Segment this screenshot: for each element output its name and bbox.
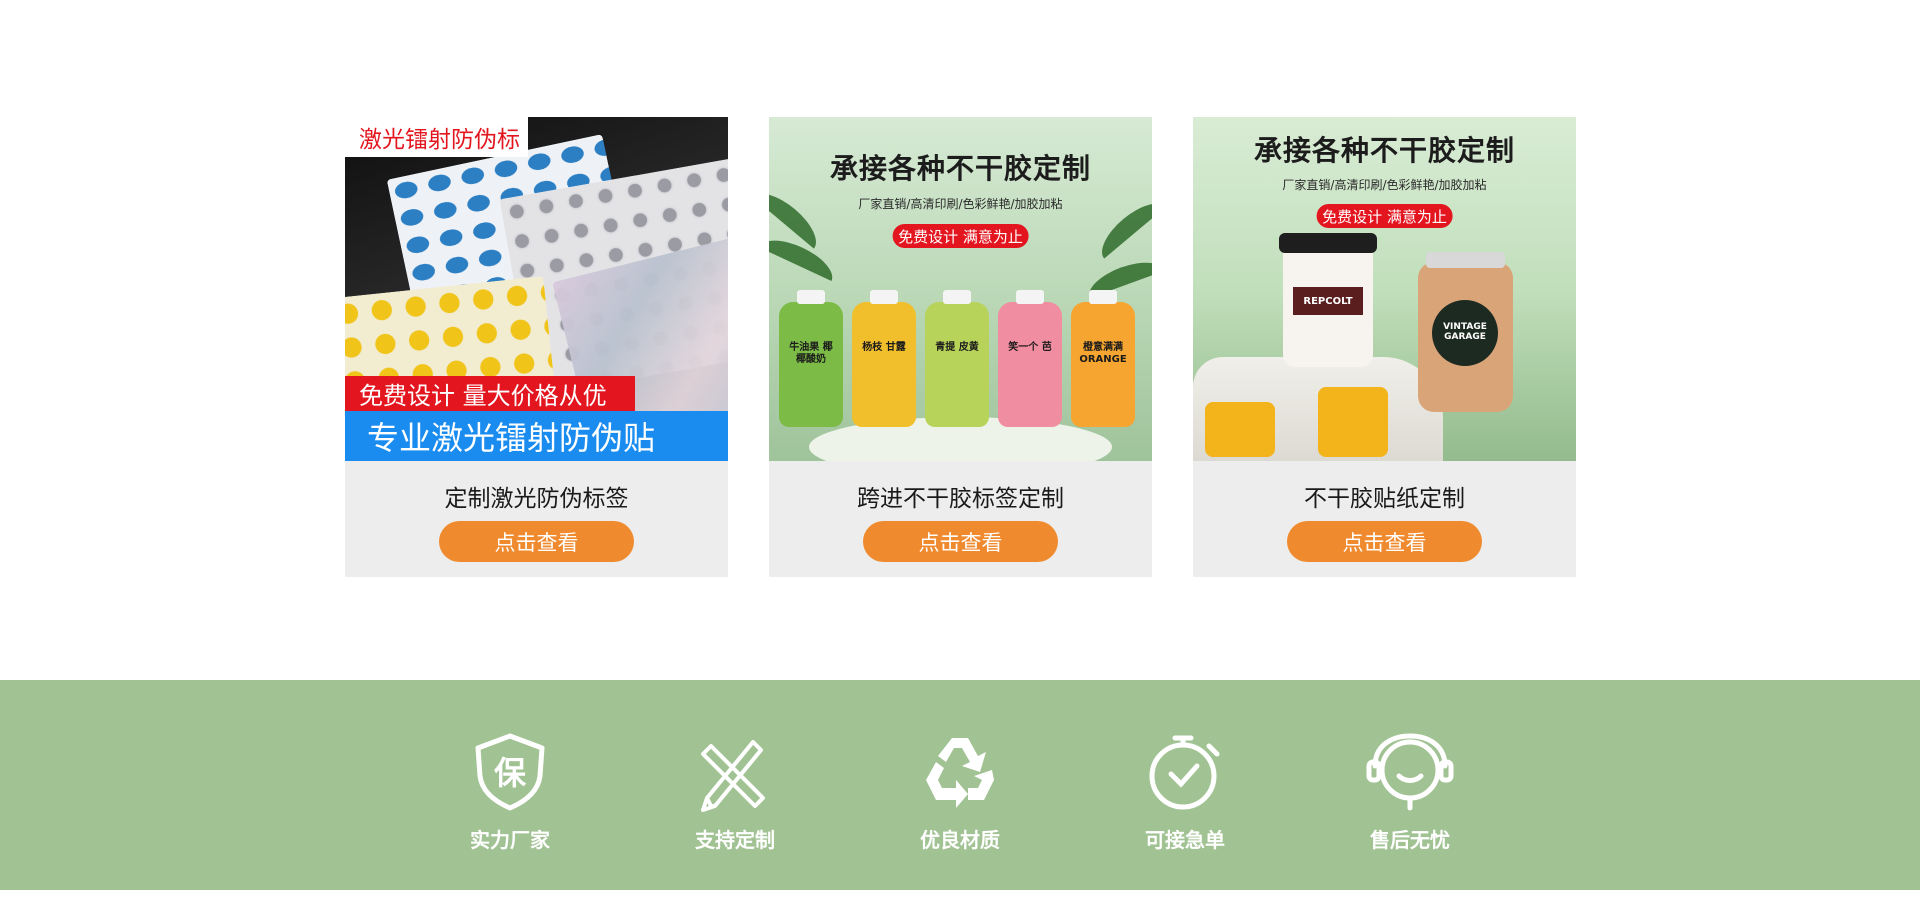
feature-label: 售后无忧 (1370, 828, 1450, 852)
image-red-banner: 免费设计 量大价格从优 (345, 376, 635, 411)
feature-label: 支持定制 (695, 828, 775, 852)
features-band: 保 实力厂家 支持定制 优良材质 可接急单 售后无忧 (0, 680, 1920, 890)
promo-badge: 免费设计 满意为止 (892, 224, 1029, 248)
product-title: 跨进不干胶标签定制 (857, 486, 1064, 512)
promo-subline: 厂家直销/高清印刷/色彩鲜艳/加胶加粘 (858, 197, 1063, 211)
image-blue-banner: 专业激光镭射防伪贴 (345, 411, 728, 461)
view-button[interactable]: 点击查看 (439, 521, 634, 562)
coffee-cup: REPCOLT (1279, 233, 1377, 367)
feature-after-sales: 售后无忧 (1340, 732, 1480, 853)
feature-label: 可接急单 (1145, 828, 1225, 852)
feature-urgent-orders: 可接急单 (1115, 732, 1255, 853)
recycle-icon (926, 738, 994, 808)
juice-bottle: 笑一个 芭 (998, 290, 1062, 427)
juice-bottle: 青提 皮黄 (925, 290, 989, 427)
feature-label: 实力厂家 (470, 828, 550, 852)
view-button[interactable]: 点击查看 (863, 521, 1058, 562)
product-card-sticker-custom[interactable]: 承接各种不干胶定制 厂家直销/高清印刷/色彩鲜艳/加胶加粘 免费设计 满意为止 … (1193, 117, 1576, 577)
promo-headline: 承接各种不干胶定制 (1253, 134, 1515, 167)
cup-label: REPCOLT (1293, 287, 1363, 315)
product-grid: 激光镭射防伪标 免费设计 量大价格从优 专业激光镭射防伪贴 定制激光防伪标签 点… (345, 117, 1576, 577)
juice-bottle: 橙意满满 ORANGE (1071, 290, 1135, 427)
feature-quality-material: 优良材质 (890, 732, 1030, 853)
product-image-sticker-custom[interactable]: 承接各种不干胶定制 厂家直销/高清印刷/色彩鲜艳/加胶加粘 免费设计 满意为止 … (1193, 117, 1576, 461)
bottle-label: 笑一个 芭 (1008, 342, 1052, 353)
juice-bottle: 牛油果 椰椰酸奶 (779, 290, 843, 427)
headset-icon (1366, 733, 1454, 811)
bottle-label: 青提 皮黄 (935, 342, 979, 353)
product-image-bottle-labels[interactable]: 承接各种不干胶定制 厂家直销/高清印刷/色彩鲜艳/加胶加粘 免费设计 满意为止 … (769, 117, 1152, 461)
feature-manufacturer: 保 实力厂家 (440, 732, 580, 853)
image-top-tag: 激光镭射防伪标 (345, 117, 528, 157)
product-image-laser-labels[interactable]: 激光镭射防伪标 免费设计 量大价格从优 专业激光镭射防伪贴 (345, 117, 728, 461)
shield-icon: 保 (475, 733, 545, 811)
palm-leaf-decoration (769, 183, 826, 249)
bottle-label: 橙意满满 ORANGE (1079, 342, 1127, 365)
tin-can (1318, 387, 1388, 457)
tea-jar: VINTAGE GARAGE (1418, 252, 1513, 412)
product-card-bottle-labels[interactable]: 承接各种不干胶定制 厂家直销/高清印刷/色彩鲜艳/加胶加粘 免费设计 满意为止 … (769, 117, 1152, 577)
pencil-ruler-icon (701, 740, 765, 812)
product-title: 不干胶贴纸定制 (1304, 486, 1465, 512)
shield-glyph: 保 (494, 754, 527, 792)
feature-label: 优良材质 (920, 828, 1000, 852)
view-button[interactable]: 点击查看 (1287, 521, 1482, 562)
bottle-label: 杨枝 甘露 (862, 342, 906, 353)
feature-customization: 支持定制 (665, 732, 805, 853)
product-title: 定制激光防伪标签 (444, 486, 629, 512)
promo-headline: 承接各种不干胶定制 (829, 152, 1091, 185)
bottle-label: 牛油果 椰椰酸奶 (789, 342, 833, 365)
stopwatch-icon (1149, 735, 1220, 810)
product-card-laser-labels[interactable]: 激光镭射防伪标 免费设计 量大价格从优 专业激光镭射防伪贴 定制激光防伪标签 点… (345, 117, 728, 577)
jar-label: VINTAGE GARAGE (1432, 300, 1498, 366)
promo-badge: 免费设计 满意为止 (1316, 204, 1453, 228)
juice-bottle: 杨枝 甘露 (852, 290, 916, 427)
tin-can (1205, 402, 1275, 457)
promo-subline: 厂家直销/高清印刷/色彩鲜艳/加胶加粘 (1282, 178, 1487, 192)
